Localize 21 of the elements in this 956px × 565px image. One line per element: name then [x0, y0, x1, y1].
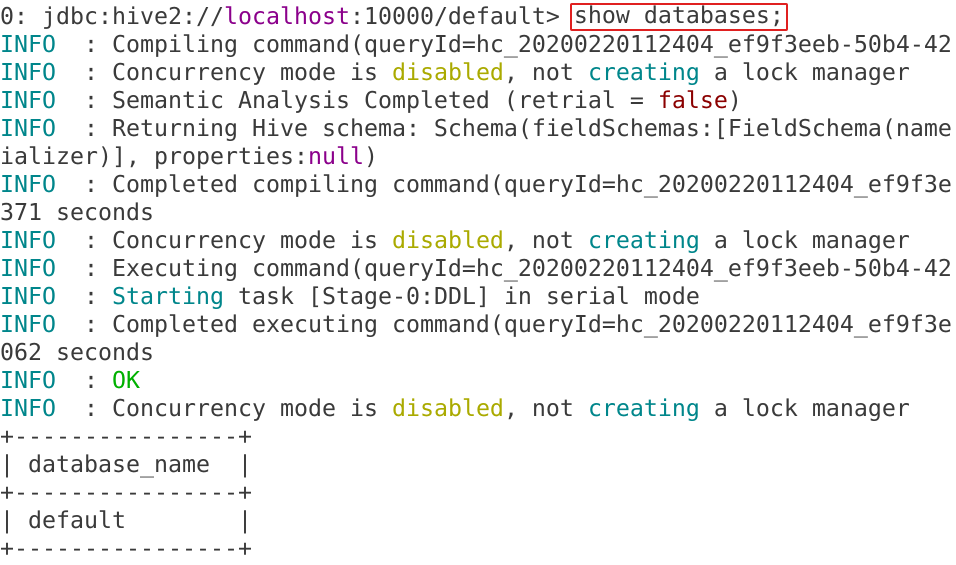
prompt-text: 0: jdbc:hive2://localhost:10000/default>: [0, 3, 561, 31]
terminal-line: +----------------+: [0, 535, 253, 563]
terminal-line: INFO : Concurrency mode is disabled, not creating a lock manager: [0, 227, 911, 255]
terminal-line: INFO : Compiling command(queryId=hc_20200220112404_ef9f3eeb-50b4-42: [0, 31, 953, 59]
highlighted-command: show databases;: [570, 3, 788, 31]
terminal-line: INFO : Returning Hive schema: Schema(fieldSchemas:[FieldSchema(name: [0, 115, 953, 143]
terminal-line: INFO : Executing command(queryId=hc_20200220112404_ef9f3eeb-50b4-42: [0, 255, 953, 283]
terminal-line: INFO : Completed executing command(queryId=hc_20200220112404_ef9f3e: [0, 311, 953, 339]
terminal-line: INFO : Semantic Analysis Completed (retrial = false): [0, 87, 743, 115]
terminal-line: INFO : Concurrency mode is disabled, not creating a lock manager: [0, 59, 911, 87]
terminal-line: 371 seconds: [0, 199, 155, 227]
terminal-line: INFO : Starting task [Stage-0:DDL] in serial mode: [0, 283, 701, 311]
terminal-line: INFO : OK: [0, 367, 141, 395]
terminal-line: INFO : Concurrency mode is disabled, not creating a lock manager: [0, 395, 911, 423]
terminal-line: +----------------+: [0, 479, 253, 507]
terminal-line: 062 seconds: [0, 339, 155, 367]
terminal-line: INFO : Completed compiling command(queryId=hc_20200220112404_ef9f3e: [0, 171, 953, 199]
terminal-line: ializer)], properties:null): [0, 143, 379, 171]
terminal-line: | database_name |: [0, 451, 253, 479]
terminal-line: | default |: [0, 507, 253, 535]
terminal-line: +----------------+: [0, 423, 253, 451]
